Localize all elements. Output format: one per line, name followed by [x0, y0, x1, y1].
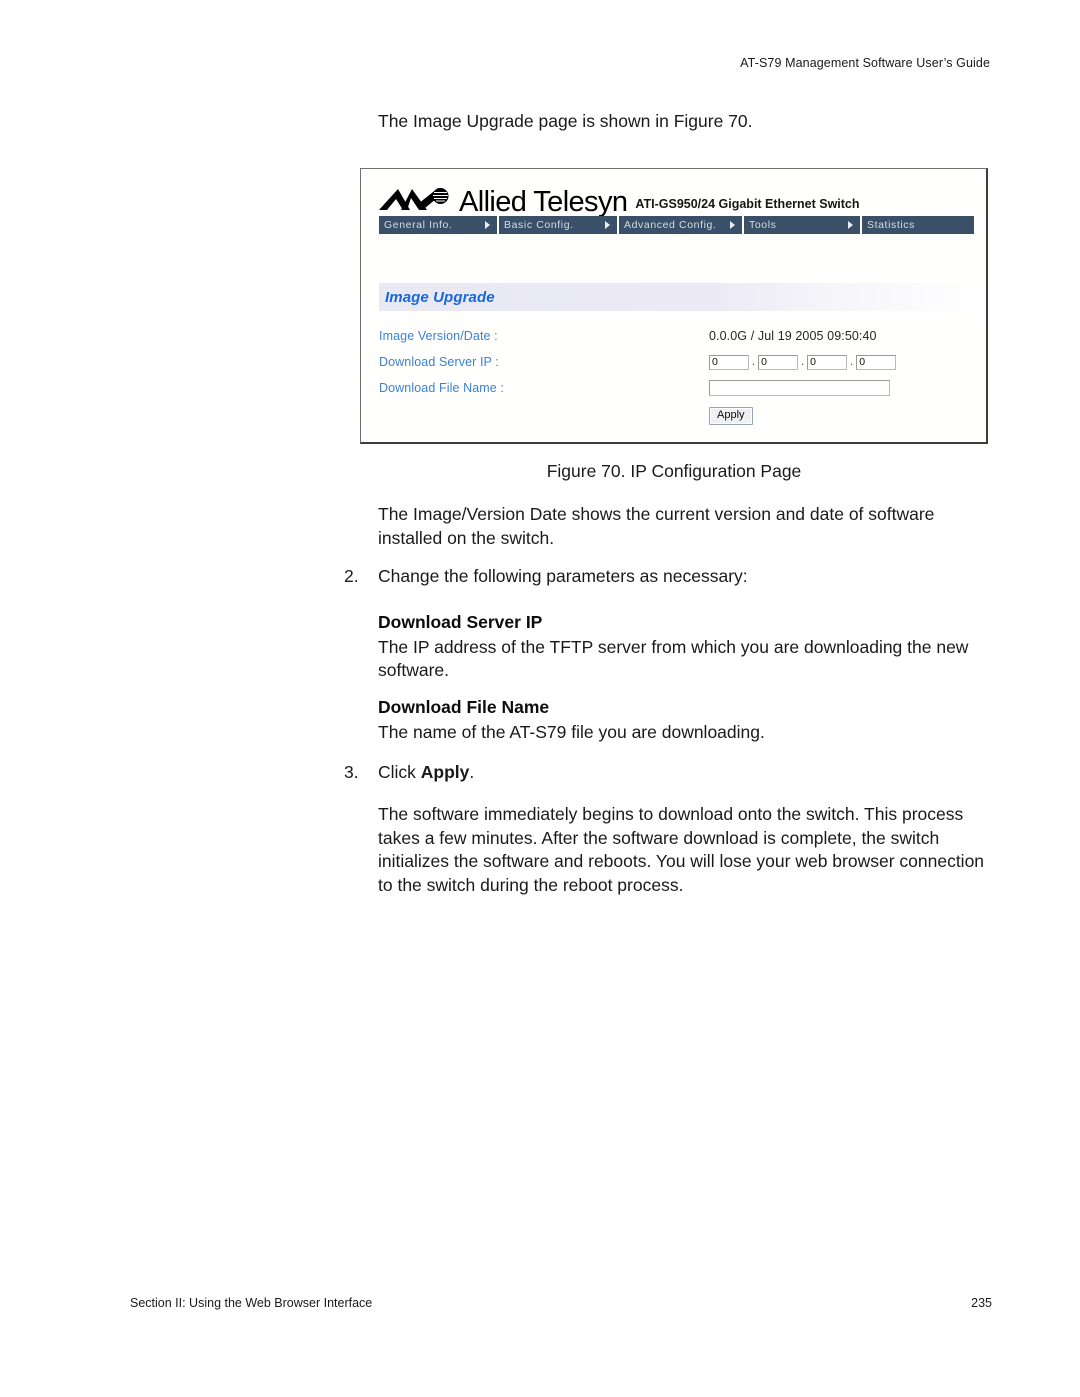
download-file-name-block: Download File Name The name of the AT-S7…	[378, 696, 994, 744]
download-server-ip-label: Download Server IP :	[379, 355, 499, 369]
image-version-value: 0.0.0G / Jul 19 2005 09:50:40	[709, 329, 877, 343]
step-2-text: Change the following parameters as neces…	[378, 566, 748, 586]
step-3-text-emphasis: Apply	[420, 762, 470, 782]
nav-item-tools[interactable]: Tools	[744, 216, 862, 234]
ip-octet-3-input[interactable]	[807, 354, 848, 370]
switch-web-ui: Allied Telesyn ATI-GS950/24 Gigabit Ethe…	[360, 168, 988, 444]
footer-section-label: Section II: Using the Web Browser Interf…	[130, 1296, 373, 1310]
ip-octet-2-input[interactable]	[758, 354, 799, 370]
nav-item-label: Tools	[749, 219, 777, 231]
final-paragraph-container: The software immediately begins to downl…	[378, 803, 994, 897]
download-server-ip-block: Download Server IP The IP address of the…	[378, 611, 994, 683]
step-2-number: 2.	[344, 566, 359, 586]
download-file-name-label: Download File Name :	[379, 381, 504, 395]
brand-model: ATI-GS950/24 Gigabit Ethernet Switch	[635, 197, 860, 211]
running-header: AT-S79 Management Software User’s Guide	[740, 56, 990, 70]
panel-header-banner: Image Upgrade	[379, 283, 985, 311]
download-server-ip-heading: Download Server IP	[378, 612, 543, 632]
apply-button[interactable]: Apply	[709, 407, 753, 425]
nav-item-basic-config[interactable]: Basic Config.	[499, 216, 619, 234]
ip-octet-4-input[interactable]	[856, 354, 897, 370]
step-2: 2. Change the following parameters as ne…	[344, 565, 994, 589]
intro-paragraph: The Image Upgrade page is shown in Figur…	[378, 111, 753, 131]
form-row-image-version: Image Version/Date : 0.0.0G / Jul 19 200…	[379, 323, 974, 349]
step-3-text: Click Apply.	[378, 761, 474, 785]
nav-item-label: Advanced Config.	[624, 219, 717, 231]
step-3-number: 3.	[344, 762, 359, 782]
chevron-right-icon	[848, 221, 853, 229]
nav-item-advanced-config[interactable]: Advanced Config.	[619, 216, 744, 234]
figure-caption: Figure 70. IP Configuration Page	[546, 461, 802, 481]
step-3-row: 3. Click Apply.	[344, 761, 994, 785]
chevron-right-icon	[485, 221, 490, 229]
form-row-download-server-ip: Download Server IP : . . .	[379, 349, 974, 375]
step-3: 3. Click Apply.	[344, 761, 994, 785]
ip-separator: .	[850, 355, 854, 368]
panel-title: Image Upgrade	[385, 288, 495, 306]
brand-name: Allied Telesyn	[459, 186, 628, 218]
nav-item-label: General Info.	[384, 219, 453, 231]
intro-paragraph-container: The Image Upgrade page is shown in Figur…	[378, 110, 994, 150]
nav-item-label: Basic Config.	[504, 219, 574, 231]
step-3-text-suffix: .	[469, 762, 475, 782]
ip-separator: .	[801, 355, 805, 368]
final-paragraph: The software immediately begins to downl…	[378, 804, 985, 895]
nav-item-general-info[interactable]: General Info.	[379, 216, 499, 234]
download-file-name-input[interactable]	[709, 380, 890, 396]
ip-separator: .	[752, 355, 756, 368]
nav-item-statistics[interactable]: Statistics	[862, 216, 974, 234]
brand-row: Allied Telesyn ATI-GS950/24 Gigabit Ethe…	[379, 177, 976, 218]
step-3-text-prefix: Click	[378, 762, 421, 782]
main-navigation-bar[interactable]: General Info. Basic Config. Advanced Con…	[379, 216, 974, 234]
nav-item-label: Statistics	[867, 219, 916, 231]
chevron-right-icon	[730, 221, 735, 229]
download-server-ip-input-group[interactable]: . . .	[709, 354, 897, 370]
chevron-right-icon	[605, 221, 610, 229]
download-file-name-description: The name of the AT-S79 file you are down…	[378, 721, 765, 742]
image-upgrade-form: Image Version/Date : 0.0.0G / Jul 19 200…	[379, 323, 974, 431]
footer-page-number: 235	[971, 1296, 992, 1310]
image-version-label: Image Version/Date :	[379, 329, 498, 343]
allied-telesyn-logo-icon	[379, 188, 449, 210]
download-file-name-heading: Download File Name	[378, 697, 550, 717]
step-2-row: 2. Change the following parameters as ne…	[344, 565, 994, 589]
page-footer: Section II: Using the Web Browser Interf…	[130, 1296, 992, 1310]
figure-image-upgrade-page: Allied Telesyn ATI-GS950/24 Gigabit Ethe…	[360, 168, 988, 444]
download-server-ip-description: The IP address of the TFTP server from w…	[378, 636, 969, 681]
form-row-apply: Apply	[379, 401, 974, 431]
after-figure-paragraph: The Image/Version Date shows the current…	[378, 504, 935, 548]
ip-octet-1-input[interactable]	[709, 354, 749, 370]
after-figure-paragraph-container: The Image/Version Date shows the current…	[378, 503, 994, 550]
form-row-download-file-name: Download File Name :	[379, 375, 974, 401]
